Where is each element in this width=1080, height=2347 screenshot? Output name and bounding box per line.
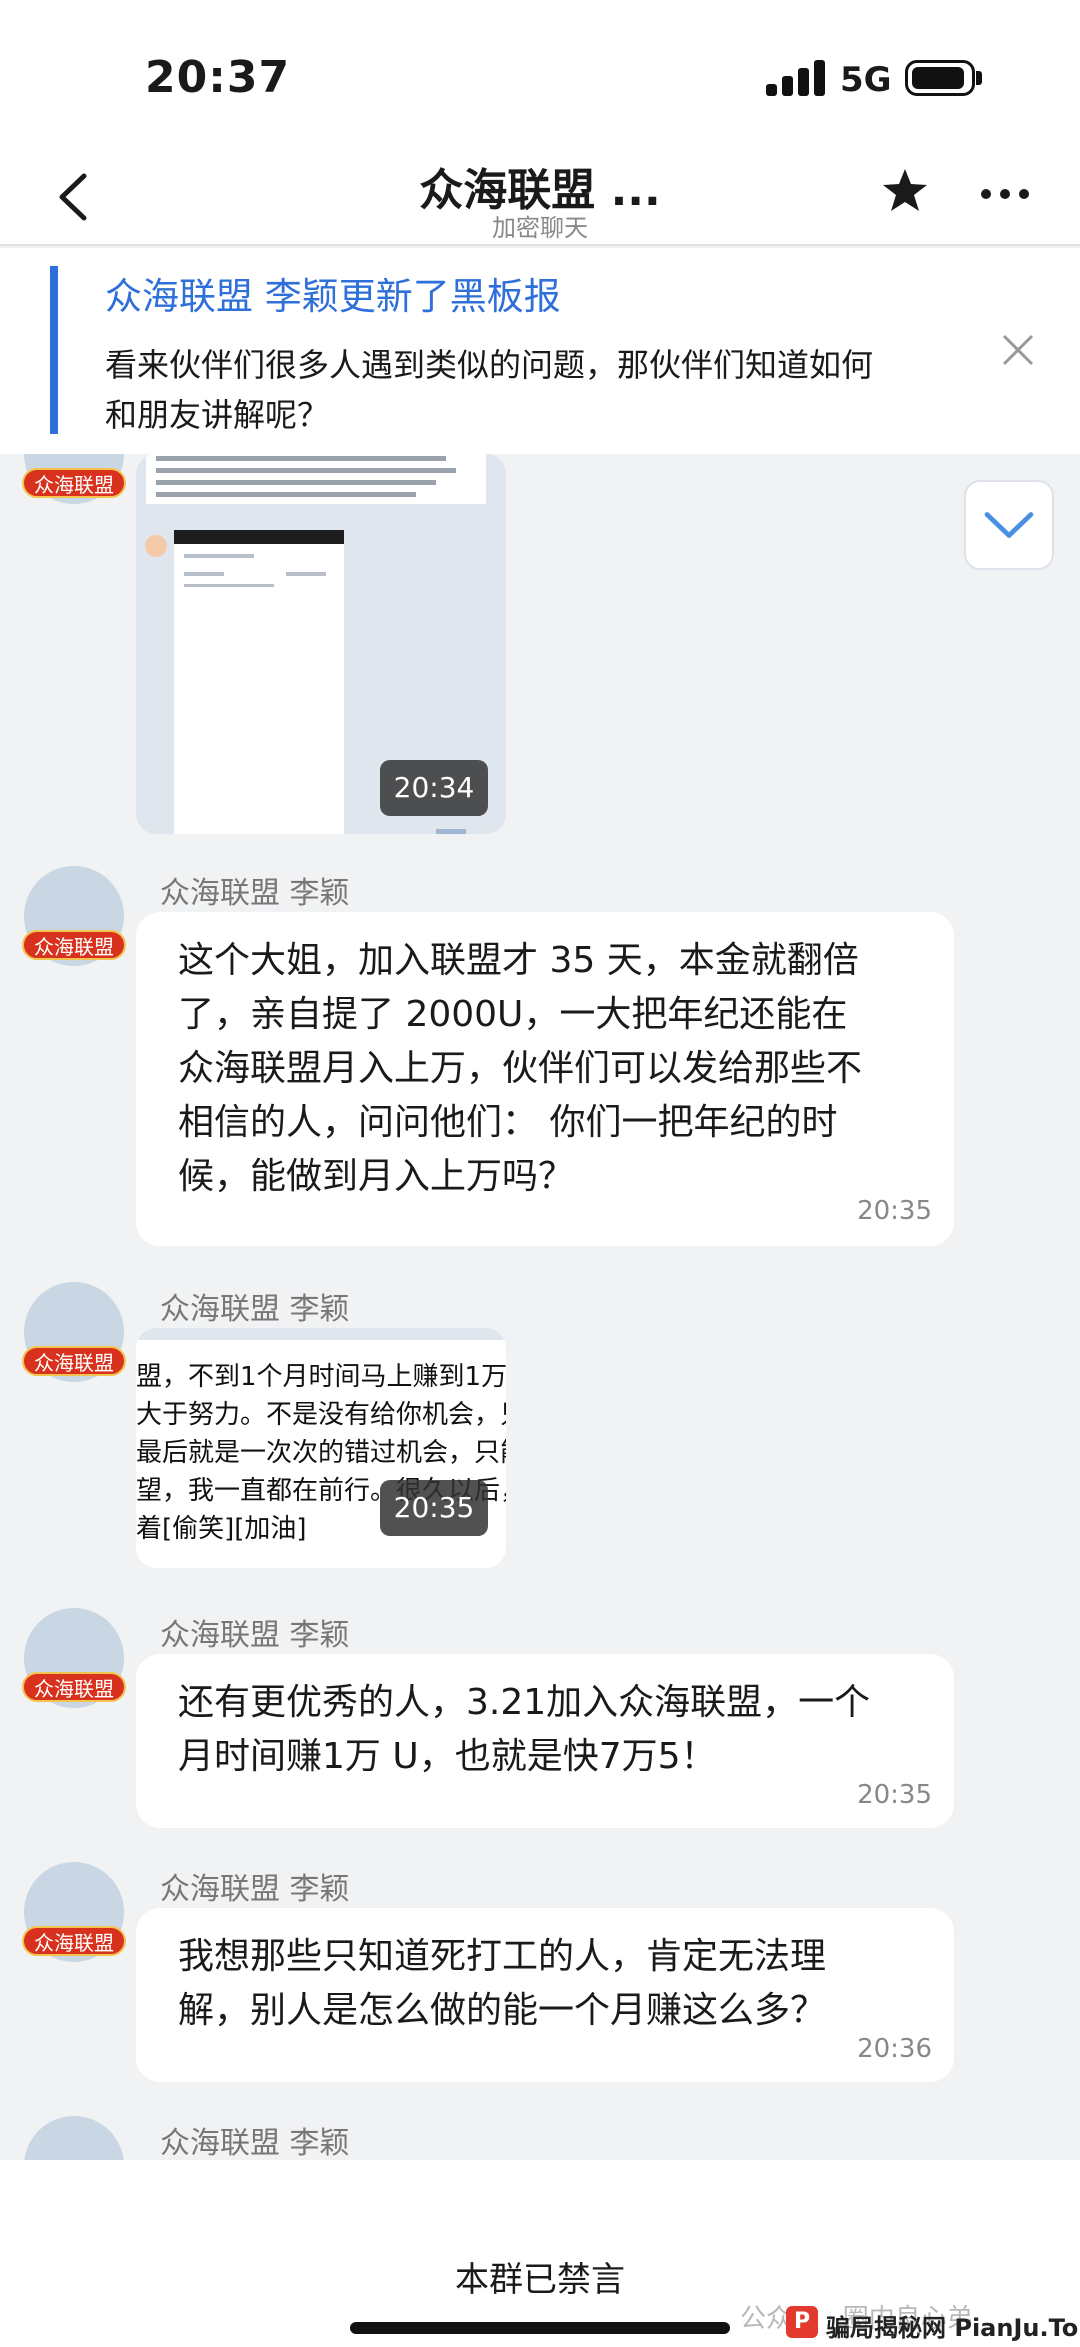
status-time: 20:37 (145, 52, 291, 103)
avatar[interactable]: 众海联盟 (22, 1608, 126, 1712)
image-message[interactable]: 盟，不到1个月时间马上赚到1万U， 大于努力。不是没有给你机会，只是 最后就是一… (136, 1328, 506, 1568)
notice-title: 众海联盟 李颖更新了黑板报 (105, 275, 561, 318)
sender-name: 众海联盟 李颖 (160, 1872, 350, 1907)
avatar[interactable]: 众海联盟 (22, 1282, 126, 1386)
avatar-badge: 众海联盟 (22, 1672, 126, 1702)
avatar[interactable]: 众海联盟 (22, 1862, 126, 1966)
network-type: 5G (840, 60, 892, 100)
avatar-badge: 众海联盟 (22, 930, 126, 960)
blackboard-notice[interactable]: 众海联盟 李颖更新了黑板报 看来伙伴们很多人遇到类似的问题，那伙伴们知道如何 和… (0, 248, 1080, 454)
image-text-line: 盟，不到1个月时间马上赚到1万U， (136, 1362, 506, 1392)
site-logo-icon: P (786, 2306, 818, 2338)
image-text-line: 最后就是一次次的错过机会，只能 (136, 1438, 506, 1468)
message-line: 还有更优秀的人，3.21加入众海联盟，一个 (178, 1682, 871, 1723)
text-bubble[interactable]: 还有更优秀的人，3.21加入众海联盟，一个 月时间赚1万 U，也就是快7万5！ … (136, 1654, 954, 1828)
notice-text: 看来伙伴们很多人遇到类似的问题，那伙伴们知道如何 和朋友讲解呢？ (105, 340, 945, 440)
muted-notice: 本群已禁言 (455, 2260, 625, 2300)
message-line: 月时间赚1万 U，也就是快7万5！ (178, 1736, 717, 1777)
battery-icon (905, 60, 975, 96)
message-text: 这个大姐，加入联盟才 35 天，本金就翻倍 了，亲自提了 2000U，一大把年纪… (178, 934, 862, 1204)
notice-text-line: 看来伙伴们很多人遇到类似的问题，那伙伴们知道如何 (105, 346, 874, 384)
close-icon[interactable] (1000, 332, 1036, 368)
message-time: 20:35 (857, 1780, 932, 1810)
scroll-down-icon[interactable] (964, 480, 1054, 570)
message-text: 我想那些只知道死打工的人，肯定无法理 解，别人是怎么做的能一个月赚这么多？ (178, 1930, 826, 2038)
home-indicator (350, 2322, 730, 2334)
avatar-photo (24, 2116, 124, 2160)
avatar[interactable]: 众海联盟 (22, 454, 126, 508)
image-timestamp: 20:34 (380, 760, 488, 816)
image-timestamp: 20:35 (380, 1480, 488, 1536)
message-time: 20:35 (857, 1196, 932, 1226)
status-bar: 20:37 5G (0, 0, 1080, 150)
avatar[interactable]: 众海联盟 (22, 866, 126, 970)
battery-cap (976, 71, 982, 85)
sender-name: 众海联盟 李颖 (160, 1618, 350, 1653)
message-line: 相信的人，问问他们： 你们一把年纪的时 (178, 1102, 838, 1143)
image-header-strip (136, 1328, 506, 1340)
message-time: 20:36 (857, 2034, 932, 2064)
sender-name: 众海联盟 李颖 (160, 876, 350, 911)
avatar[interactable] (22, 2116, 126, 2160)
avatar-badge: 众海联盟 (22, 468, 126, 498)
message-text: 还有更优秀的人，3.21加入众海联盟，一个 月时间赚1万 U，也就是快7万5！ (178, 1676, 870, 1784)
message-line: 了，亲自提了 2000U，一大把年纪还能在 (178, 994, 848, 1035)
site-logo: P 骗局揭秘网 PianJu.Top (786, 2304, 1080, 2344)
sender-name: 众海联盟 李颖 (160, 1292, 350, 1327)
more-options-icon[interactable] (980, 188, 1030, 200)
message-line: 我想那些只知道死打工的人，肯定无法理 (178, 1936, 827, 1977)
image-text-line: 大于努力。不是没有给你机会，只是 (136, 1400, 506, 1430)
message-list[interactable]: 众海联盟 20:34 众海联盟 众海联盟 李颖 这个大姐，加入联盟才 35 天，… (0, 454, 1080, 2160)
signal-icon (766, 60, 828, 96)
avatar-badge: 众海联盟 (22, 1926, 126, 1956)
message-line: 解，别人是怎么做的能一个月赚这么多？ (178, 1990, 827, 2031)
message-line: 这个大姐，加入联盟才 35 天，本金就翻倍 (178, 940, 859, 981)
message-line: 众海联盟月入上万，伙伴们可以发给那些不 (178, 1048, 863, 1089)
image-message[interactable]: 20:34 (136, 454, 506, 834)
text-bubble[interactable]: 这个大姐，加入联盟才 35 天，本金就翻倍 了，亲自提了 2000U，一大把年纪… (136, 912, 954, 1246)
message-line: 候，能做到月入上万吗？ (178, 1156, 575, 1197)
sender-name: 众海联盟 李颖 (160, 2126, 350, 2160)
star-icon[interactable] (880, 166, 930, 216)
chat-header: 众海联盟 ... 加密聊天 (0, 150, 1080, 246)
text-bubble[interactable]: 我想那些只知道死打工的人，肯定无法理 解，别人是怎么做的能一个月赚这么多？ 20… (136, 1908, 954, 2082)
site-name: 骗局揭秘网 PianJu.Top (826, 2314, 1080, 2342)
notice-text-line: 和朋友讲解呢？ (105, 396, 330, 434)
avatar-badge: 众海联盟 (22, 1346, 126, 1376)
notice-accent-bar (50, 266, 58, 434)
